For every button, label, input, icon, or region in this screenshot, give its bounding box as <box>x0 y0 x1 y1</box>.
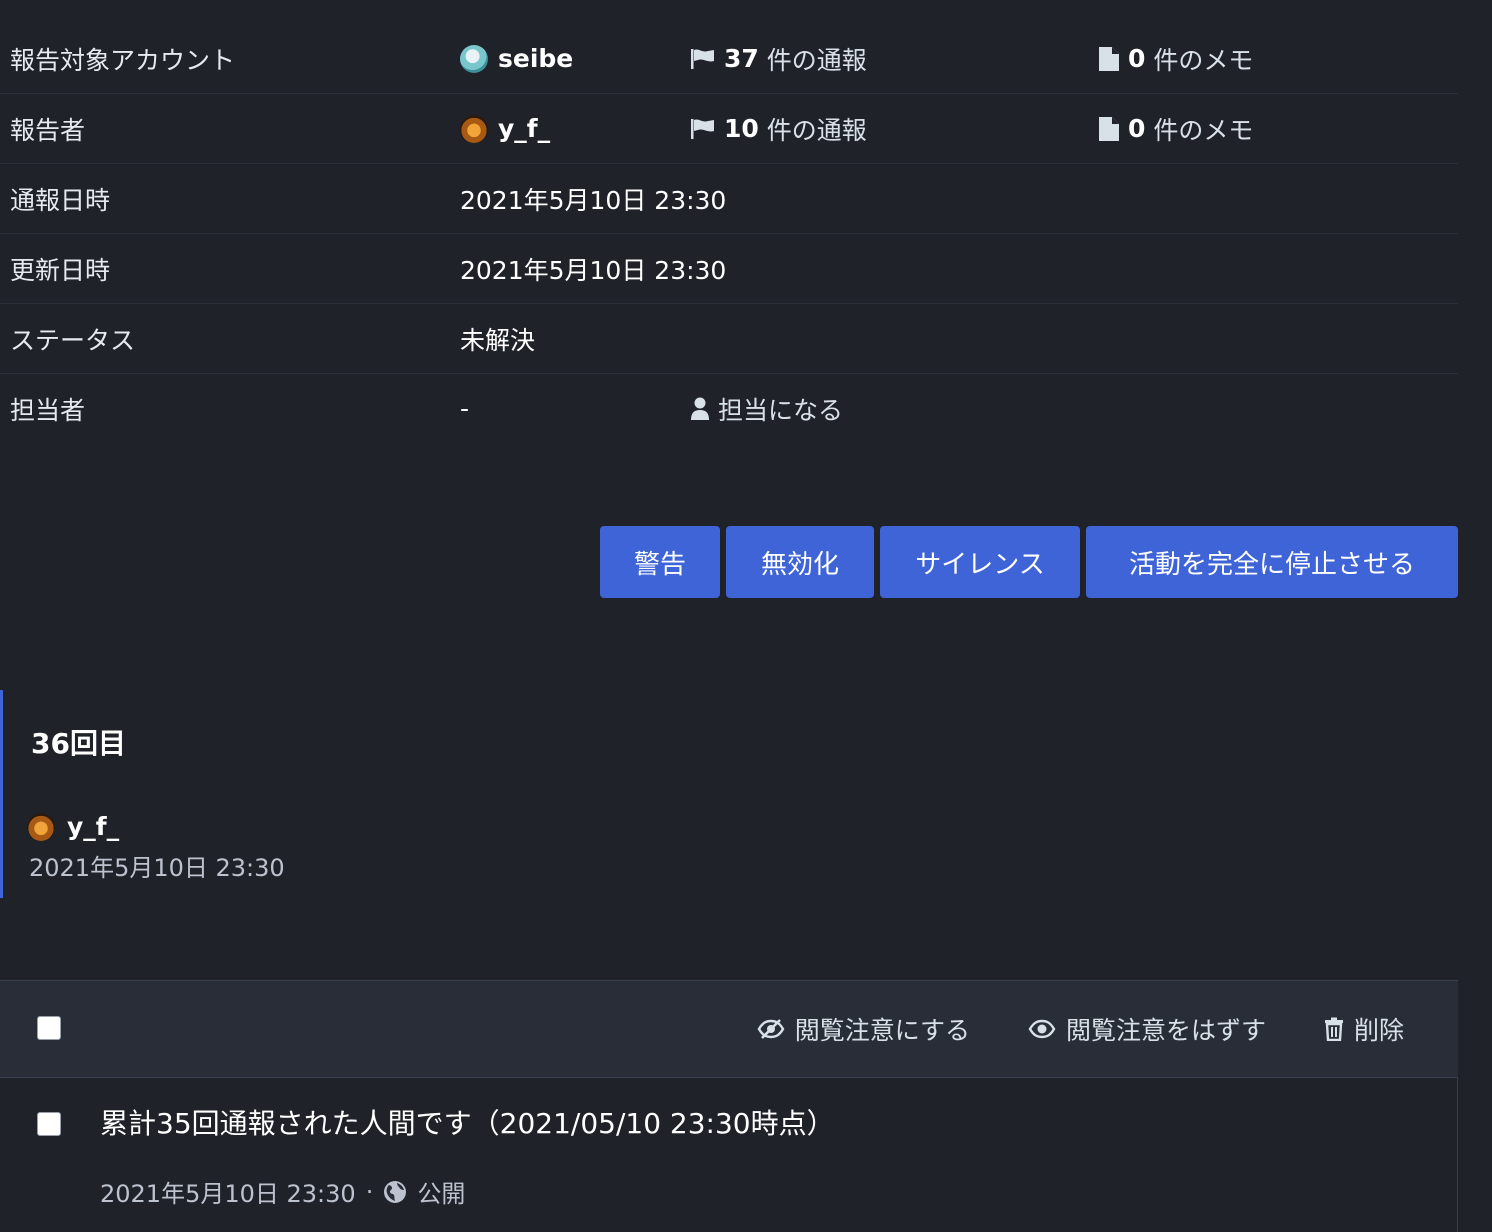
reporter-username: y_f_ <box>498 114 551 143</box>
info-row-reported-at: 通報日時 2021年5月10日 23:30 <box>0 164 1458 234</box>
status-content: 累計35回通報された人間です（2021/05/10 23:30時点） <box>100 1107 835 1140</box>
globe-icon <box>383 1180 407 1204</box>
info-row-target: 報告対象アカウント seibe 37 件の通報 0 件のメモ <box>0 24 1458 94</box>
info-row-updated-at: 更新日時 2021年5月10日 23:30 <box>0 234 1458 304</box>
suspend-button[interactable]: 活動を完全に停止させる <box>1086 526 1458 598</box>
assignee-label: 担当者 <box>10 395 86 425</box>
file-icon <box>1098 46 1120 72</box>
mark-sensitive-label: 閲覧注意にする <box>794 1016 970 1045</box>
meta-separator: · <box>365 1177 374 1206</box>
eye-slash-icon <box>757 1018 785 1040</box>
target-reports-count: 37 <box>724 44 759 73</box>
report-author-link[interactable]: y_f_ <box>27 812 119 841</box>
reported-at-label: 通報日時 <box>10 185 111 215</box>
updated-at-label: 更新日時 <box>10 255 111 285</box>
disable-button[interactable]: 無効化 <box>726 526 874 598</box>
status-value: 未解決 <box>460 325 536 355</box>
target-username: seibe <box>498 44 574 73</box>
eye-icon <box>1028 1019 1056 1039</box>
batch-toolbar: 閲覧注意にする 閲覧注意をはずす 削除 <box>0 980 1458 1078</box>
batch-actions: 閲覧注意にする 閲覧注意をはずす 削除 <box>757 981 1404 1077</box>
target-memos-suffix: 件のメモ <box>1153 45 1254 75</box>
avatar <box>460 114 488 143</box>
report-comment-text: 36回目 <box>31 727 126 760</box>
status-label: ステータス <box>10 325 136 355</box>
reported-at-value: 2021年5月10日 23:30 <box>460 185 727 215</box>
mark-sensitive-button[interactable]: 閲覧注意にする <box>757 1011 970 1047</box>
reporter-label: 報告者 <box>10 115 86 145</box>
assign-to-self-link[interactable]: 担当になる <box>690 374 843 443</box>
info-row-reporter: 報告者 y_f_ 10 件の通報 0 件のメモ <box>0 94 1458 164</box>
avatar <box>460 44 488 73</box>
target-reports-suffix: 件の通報 <box>766 45 867 75</box>
target-reports-link[interactable]: 37 件の通報 <box>690 24 867 93</box>
silence-button[interactable]: サイレンス <box>880 526 1080 598</box>
status-time-link[interactable]: 2021年5月10日 23:30 <box>100 1174 356 1209</box>
report-author-username: y_f_ <box>67 812 120 841</box>
reporter-account-link[interactable]: y_f_ <box>460 94 550 163</box>
user-icon <box>690 397 710 421</box>
info-row-status: ステータス 未解決 <box>0 304 1458 374</box>
flag-icon <box>690 118 716 140</box>
trash-icon <box>1324 1017 1344 1041</box>
info-row-assignee: 担当者 - 担当になる <box>0 374 1458 444</box>
status-visibility: 公開 <box>417 1180 466 1208</box>
target-label: 報告対象アカウント <box>10 45 236 75</box>
flag-icon <box>690 48 716 70</box>
reporter-reports-count: 10 <box>724 114 759 143</box>
target-memos-link[interactable]: 0 件のメモ <box>1098 24 1253 93</box>
reporter-reports-suffix: 件の通報 <box>766 115 867 145</box>
status-select-checkbox[interactable] <box>37 1112 61 1136</box>
target-account-link[interactable]: seibe <box>460 24 573 93</box>
unmark-sensitive-label: 閲覧注意をはずす <box>1065 1016 1266 1045</box>
warn-button[interactable]: 警告 <box>600 526 720 598</box>
avatar <box>27 812 55 841</box>
unmark-sensitive-button[interactable]: 閲覧注意をはずす <box>1028 1011 1266 1047</box>
reported-status: 累計35回通報された人間です（2021/05/10 23:30時点） 2021年… <box>0 1078 1458 1232</box>
reporter-memos-link[interactable]: 0 件のメモ <box>1098 94 1253 163</box>
reporter-memos-count: 0 <box>1128 114 1146 143</box>
delete-label: 削除 <box>1353 1016 1404 1045</box>
updated-at-value: 2021年5月10日 23:30 <box>460 255 727 285</box>
assignee-value: - <box>460 394 470 423</box>
report-page: 報告対象アカウント seibe 37 件の通報 0 件のメモ 報告者 y_f_ … <box>0 0 1492 1232</box>
target-memos-count: 0 <box>1128 44 1146 73</box>
reporter-memos-suffix: 件のメモ <box>1153 115 1254 145</box>
select-all-checkbox[interactable] <box>37 1016 61 1040</box>
status-meta: 2021年5月10日 23:30 · 公開 <box>100 1174 465 1209</box>
report-comment: 36回目 y_f_ 2021年5月10日 23:30 <box>0 690 700 898</box>
file-icon <box>1098 116 1120 142</box>
delete-button[interactable]: 削除 <box>1324 1011 1404 1047</box>
reporter-reports-link[interactable]: 10 件の通報 <box>690 94 867 163</box>
assign-to-self-label: 担当になる <box>718 395 844 425</box>
report-info-table: 報告対象アカウント seibe 37 件の通報 0 件のメモ 報告者 y_f_ … <box>0 24 1458 444</box>
report-comment-time: 2021年5月10日 23:30 <box>29 854 285 882</box>
moderation-actions: 警告 無効化 サイレンス 活動を完全に停止させる <box>600 526 1458 598</box>
